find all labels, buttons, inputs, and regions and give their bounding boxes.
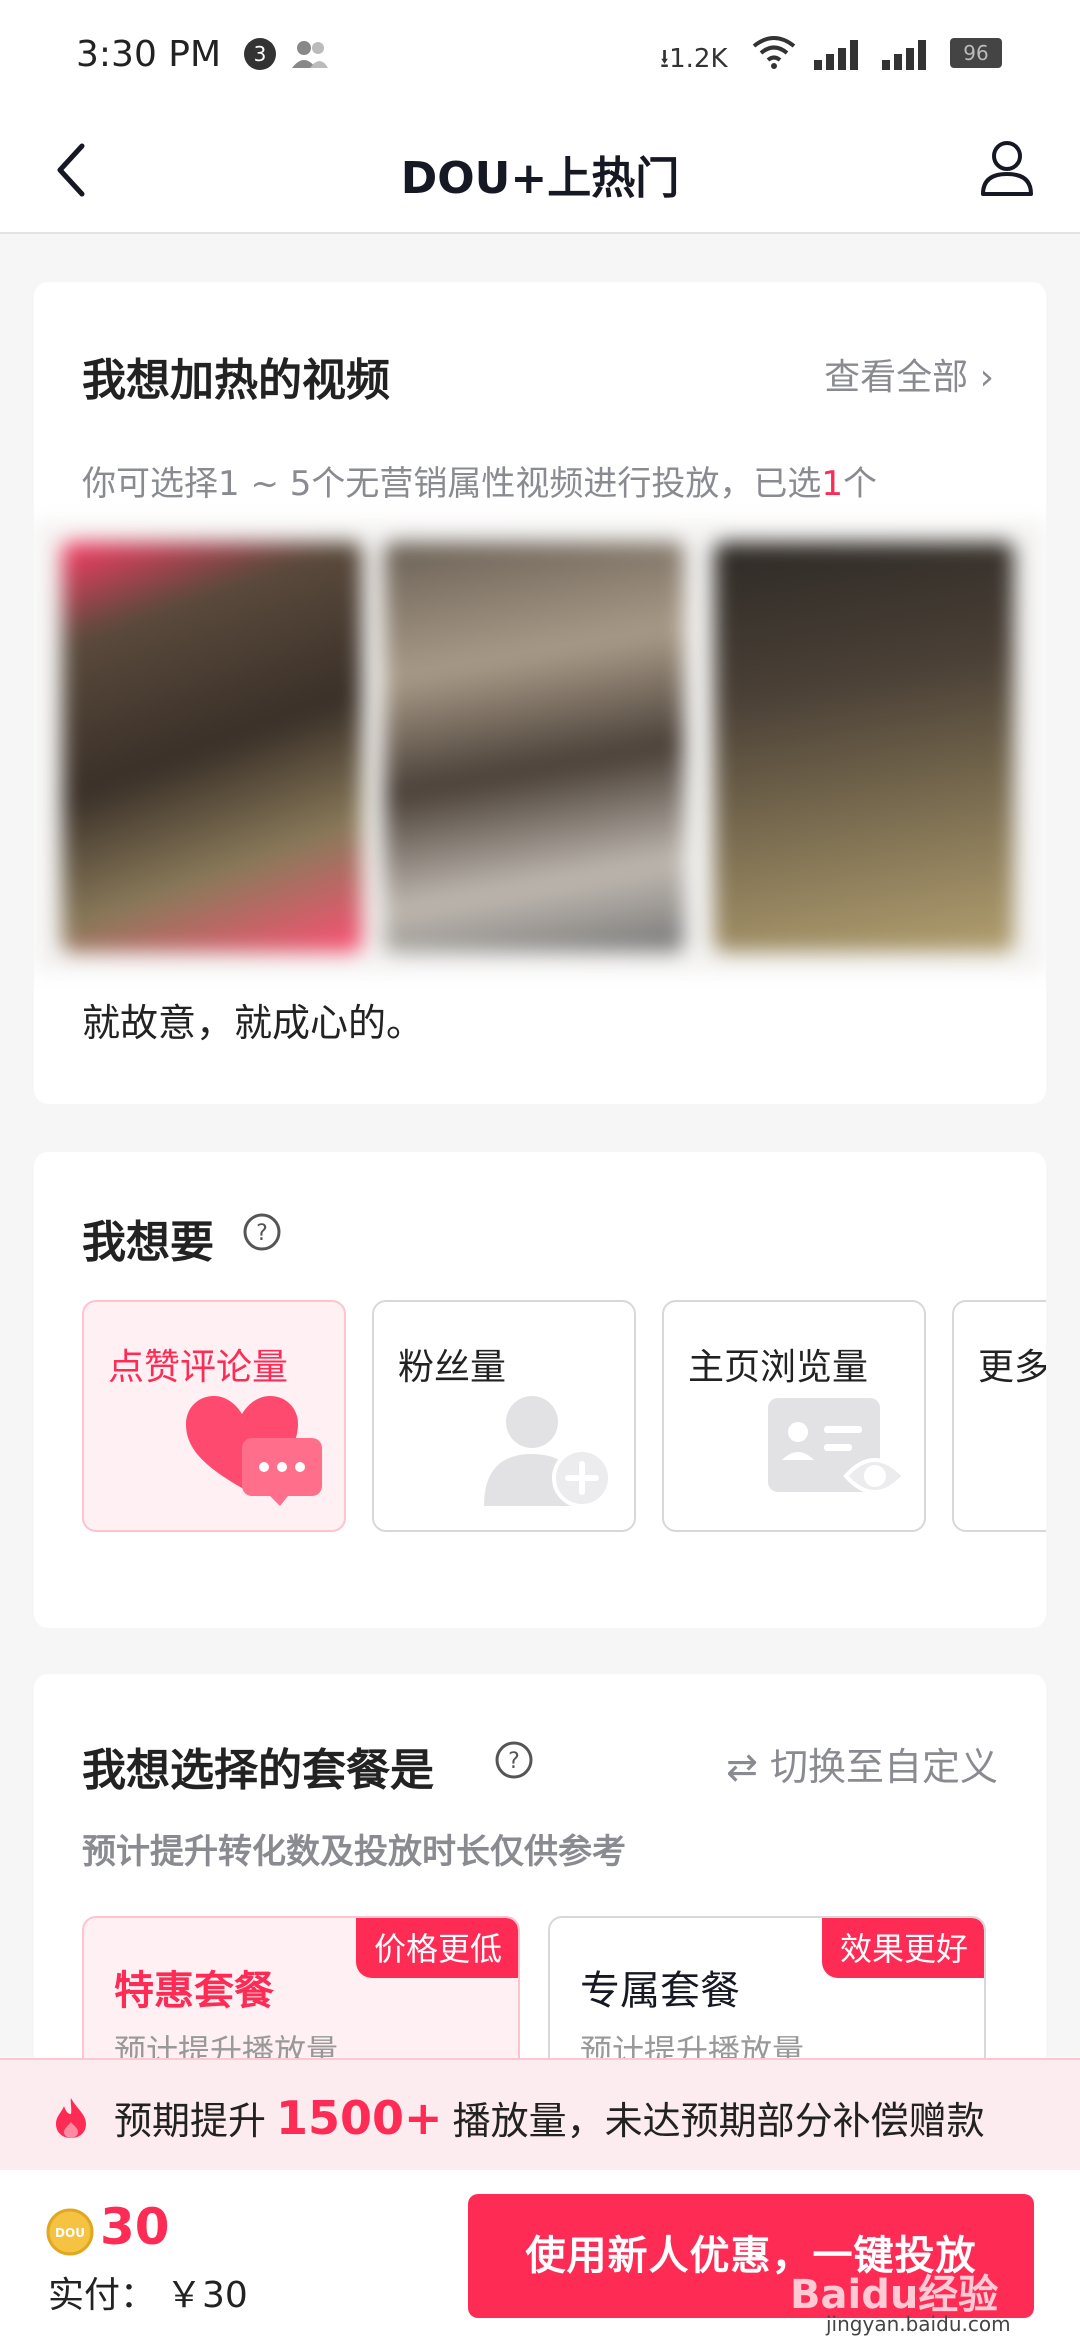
page-title: DOU+上热门 bbox=[400, 153, 680, 204]
status-bar: 3:30 PM 3 ⭳1.2K 96 bbox=[0, 0, 1080, 110]
video-thumbnail[interactable] bbox=[62, 542, 362, 952]
help-icon[interactable]: ? bbox=[494, 1740, 534, 1780]
switch-custom-link[interactable]: ⇄ 切换至自定义 bbox=[726, 1736, 998, 1791]
goal-option-followers[interactable]: 粉丝量 bbox=[372, 1300, 636, 1532]
package-name: 专属套餐 bbox=[580, 1968, 740, 2014]
goal-options: 点赞评论量 粉丝量 主页浏览量 更多 bbox=[82, 1300, 1046, 1532]
svg-text:DOU: DOU bbox=[55, 2226, 85, 2240]
coin-price: 30 bbox=[100, 2198, 170, 2256]
contacts-icon bbox=[292, 41, 328, 68]
heart-comment-icon bbox=[186, 1396, 322, 1506]
video-thumbnail-strip[interactable] bbox=[34, 522, 1046, 972]
help-icon[interactable]: ? bbox=[242, 1212, 282, 1252]
goal-card: 我想要 ? 点赞评论量 粉丝量 主页浏览量 更多 bbox=[34, 1152, 1046, 1628]
user-icon[interactable] bbox=[978, 138, 1036, 200]
battery-icon: 96 bbox=[950, 38, 1002, 68]
video-thumbnail[interactable] bbox=[714, 542, 1014, 952]
svg-text:?: ? bbox=[508, 1749, 520, 1774]
goal-option-profile-views[interactable]: 主页浏览量 bbox=[662, 1300, 926, 1532]
goal-option-more[interactable]: 更多 bbox=[952, 1300, 1046, 1532]
profile-view-icon bbox=[768, 1398, 907, 1494]
goal-section-title: 我想要 bbox=[82, 1217, 214, 1268]
status-time: 3:30 PM bbox=[76, 34, 222, 75]
package-hint: 预计提升转化数及投放时长仅供参考 bbox=[82, 1832, 626, 1872]
video-select-card: 我想加热的视频 查看全部 › 你可选择1 ~ 5个无营销属性视频进行投放，已选1… bbox=[34, 282, 1046, 1104]
swap-icon: ⇄ bbox=[726, 1745, 758, 1789]
promo-banner: 预期提升 1500+ 播放量，未达预期部分补偿赠款 bbox=[0, 2058, 1080, 2170]
view-all-link[interactable]: 查看全部 › bbox=[824, 348, 994, 400]
package-section-title: 我想选择的套餐是 bbox=[82, 1745, 434, 1796]
selected-count: 1 bbox=[821, 464, 844, 504]
svg-text:?: ? bbox=[256, 1221, 268, 1246]
network-speed: ⭳1.2K bbox=[660, 44, 728, 74]
promo-text: 预期提升 1500+ 播放量，未达预期部分补偿赠款 bbox=[114, 2091, 985, 2145]
wifi-icon bbox=[752, 36, 796, 69]
package-tag: 效果更好 bbox=[821, 1918, 984, 1978]
video-thumbnail[interactable] bbox=[384, 542, 684, 952]
nav-bar: DOU+上热门 bbox=[0, 110, 1080, 234]
goal-option-likes-comments[interactable]: 点赞评论量 bbox=[82, 1300, 346, 1532]
video-select-hint: 你可选择1 ~ 5个无营销属性视频进行投放，已选1个 bbox=[82, 464, 878, 504]
promo-number: 1500+ bbox=[276, 2091, 443, 2145]
signal-icon bbox=[814, 40, 858, 70]
dou-coin-icon: DOU bbox=[46, 2208, 94, 2256]
video-caption: 就故意，就成心的。 bbox=[82, 1001, 425, 1045]
paid-amount: 实付： ￥30 bbox=[48, 2275, 248, 2316]
signal-sim2-icon bbox=[882, 40, 926, 70]
notification-count-badge: 3 bbox=[244, 38, 276, 70]
flame-icon bbox=[56, 2098, 86, 2138]
video-section-title: 我想加热的视频 bbox=[82, 355, 390, 406]
package-tag: 价格更低 bbox=[355, 1918, 518, 1978]
add-follower-icon bbox=[484, 1396, 612, 1508]
package-name: 特惠套餐 bbox=[114, 1968, 274, 2014]
baidu-watermark-url: jingyan.baidu.com bbox=[826, 2312, 1011, 2336]
